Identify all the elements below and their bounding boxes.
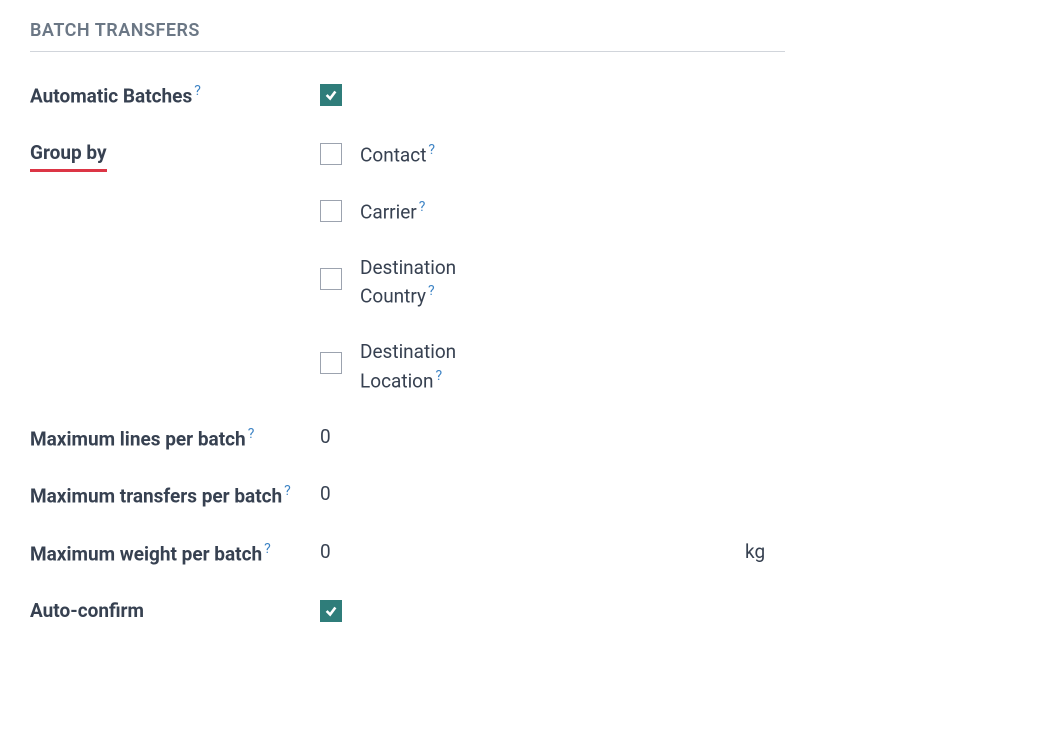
row-max-lines: Maximum lines per batch? 0 <box>30 425 1028 453</box>
check-icon <box>324 604 338 618</box>
row-max-transfers: Maximum transfers per batch? 0 <box>30 482 1028 510</box>
field-value-max-weight: 0 <box>320 540 331 563</box>
checkbox-carrier[interactable] <box>320 200 342 222</box>
help-icon[interactable]: ? <box>284 483 291 499</box>
label-text-max-weight: Maximum weight per batch <box>30 543 262 566</box>
label-text: Contact <box>360 143 426 166</box>
row-automatic-batches: Automatic Batches? <box>30 82 1028 110</box>
section-title-batch-transfers: BATCH TRANSFERS <box>30 20 785 52</box>
value-group-by: Contact? Carrier? Destination Country? D… <box>320 140 1028 395</box>
value-max-lines[interactable]: 0 <box>320 425 1028 448</box>
label-text-auto-confirm: Auto-confirm <box>30 599 144 622</box>
groupby-option-destination-location: Destination Location? <box>320 338 1028 394</box>
row-max-weight: Maximum weight per batch? 0 kg <box>30 540 785 568</box>
checkbox-automatic-batches[interactable] <box>320 84 342 106</box>
row-group-by: Group by Contact? Carrier? Destination C… <box>30 140 1028 395</box>
field-value-max-transfers: 0 <box>320 482 331 505</box>
groupby-option-carrier: Carrier? <box>320 197 1028 226</box>
checkbox-auto-confirm[interactable] <box>320 600 342 622</box>
help-icon[interactable]: ? <box>248 426 255 442</box>
check-icon <box>324 88 338 102</box>
row-auto-confirm: Auto-confirm <box>30 598 1028 625</box>
help-icon[interactable]: ? <box>194 83 201 99</box>
value-max-transfers[interactable]: 0 <box>320 482 1028 505</box>
label-automatic-batches: Automatic Batches? <box>30 82 320 110</box>
help-icon[interactable]: ? <box>428 283 435 299</box>
field-value-max-lines: 0 <box>320 425 331 448</box>
groupby-option-contact: Contact? <box>320 140 1028 169</box>
checkbox-destination-country[interactable] <box>320 268 342 290</box>
label-text: Destination Country <box>360 256 456 308</box>
label-text: Destination Location <box>360 340 456 392</box>
label-group-by: Group by <box>30 140 320 172</box>
groupby-option-destination-country: Destination Country? <box>320 254 1028 310</box>
help-icon[interactable]: ? <box>264 541 271 557</box>
checkbox-label-destination-location: Destination Location? <box>360 338 500 394</box>
label-text: Carrier <box>360 200 417 223</box>
label-text-automatic-batches: Automatic Batches <box>30 84 192 107</box>
help-icon[interactable]: ? <box>419 199 426 215</box>
label-max-transfers: Maximum transfers per batch? <box>30 482 320 510</box>
label-text-group-by: Group by <box>30 140 107 172</box>
label-text-max-transfers: Maximum transfers per batch <box>30 485 282 508</box>
label-max-lines: Maximum lines per batch? <box>30 425 320 453</box>
help-icon[interactable]: ? <box>428 142 435 158</box>
checkbox-label-destination-country: Destination Country? <box>360 254 500 310</box>
help-icon[interactable]: ? <box>436 368 443 384</box>
label-text-max-lines: Maximum lines per batch <box>30 427 246 450</box>
label-auto-confirm: Auto-confirm <box>30 598 320 625</box>
unit-max-weight: kg <box>745 540 785 563</box>
value-auto-confirm <box>320 598 1028 622</box>
value-max-weight[interactable]: 0 <box>320 540 745 563</box>
label-max-weight: Maximum weight per batch? <box>30 540 320 568</box>
checkbox-label-carrier: Carrier? <box>360 197 425 226</box>
checkbox-label-contact: Contact? <box>360 140 435 169</box>
checkbox-contact[interactable] <box>320 143 342 165</box>
value-automatic-batches <box>320 82 1028 106</box>
checkbox-destination-location[interactable] <box>320 352 342 374</box>
